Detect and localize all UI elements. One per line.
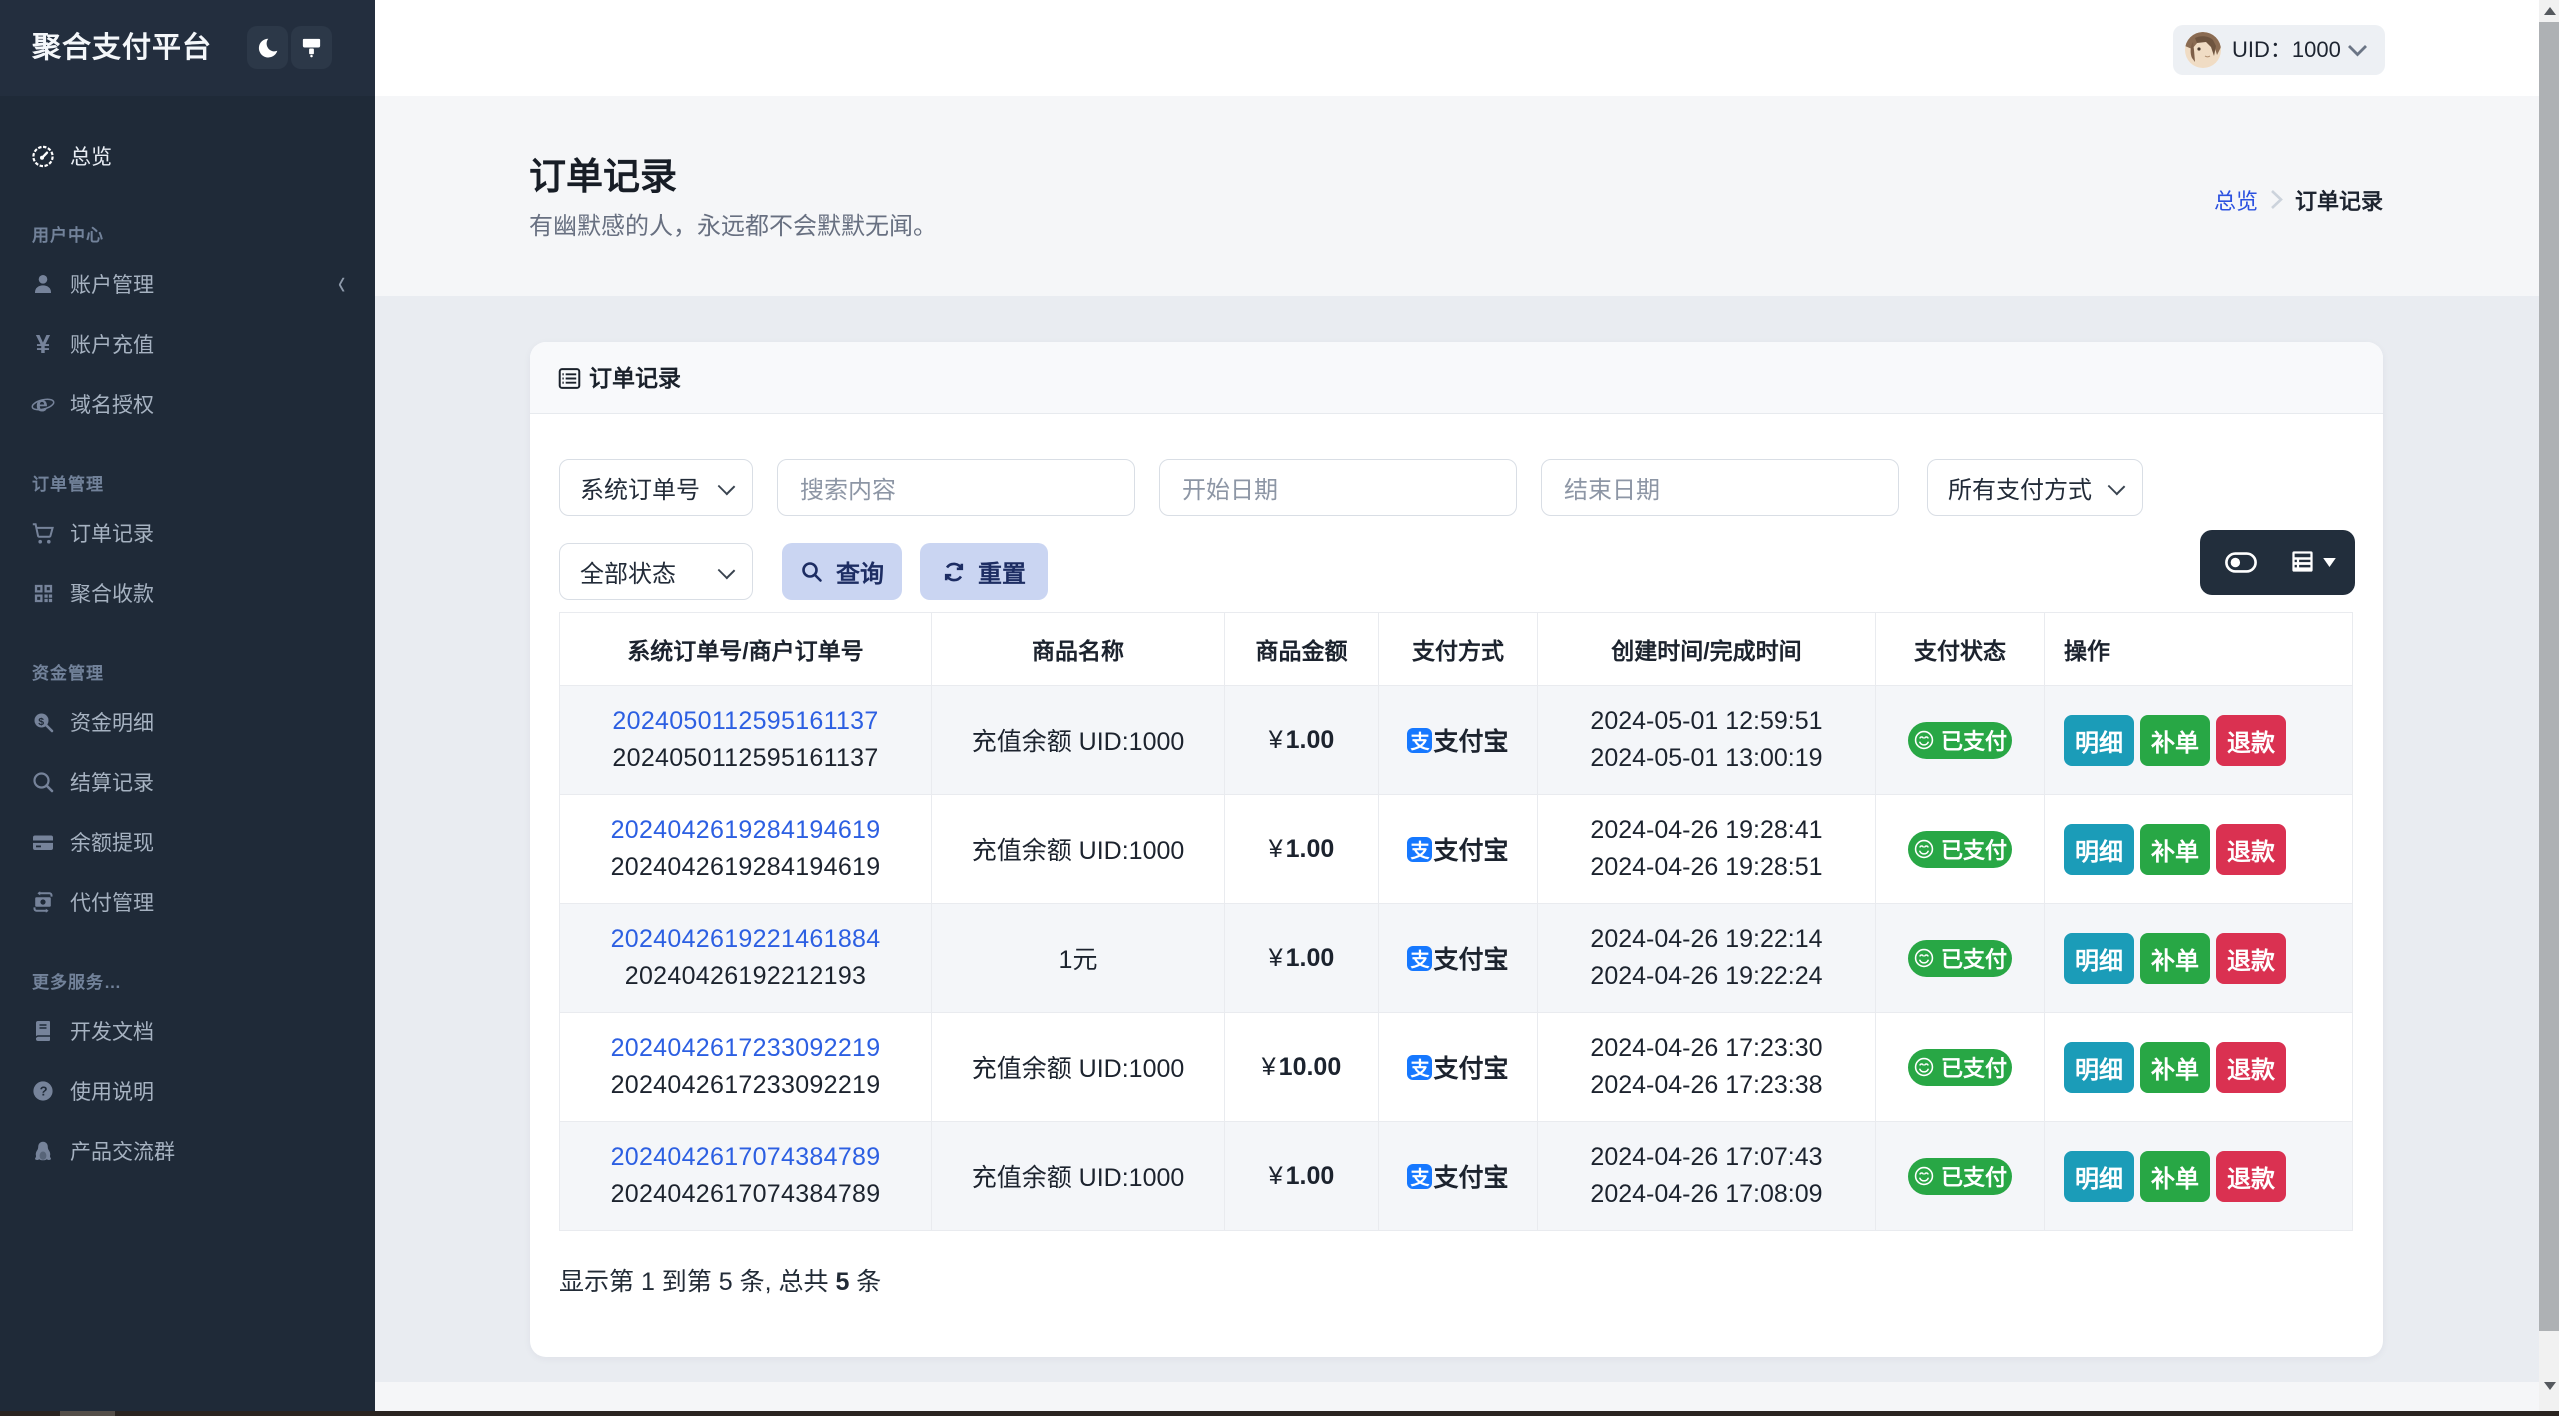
svg-text:e: e [36, 394, 48, 417]
svg-text:$: $ [38, 716, 44, 728]
svg-text:?: ? [40, 1084, 48, 1099]
